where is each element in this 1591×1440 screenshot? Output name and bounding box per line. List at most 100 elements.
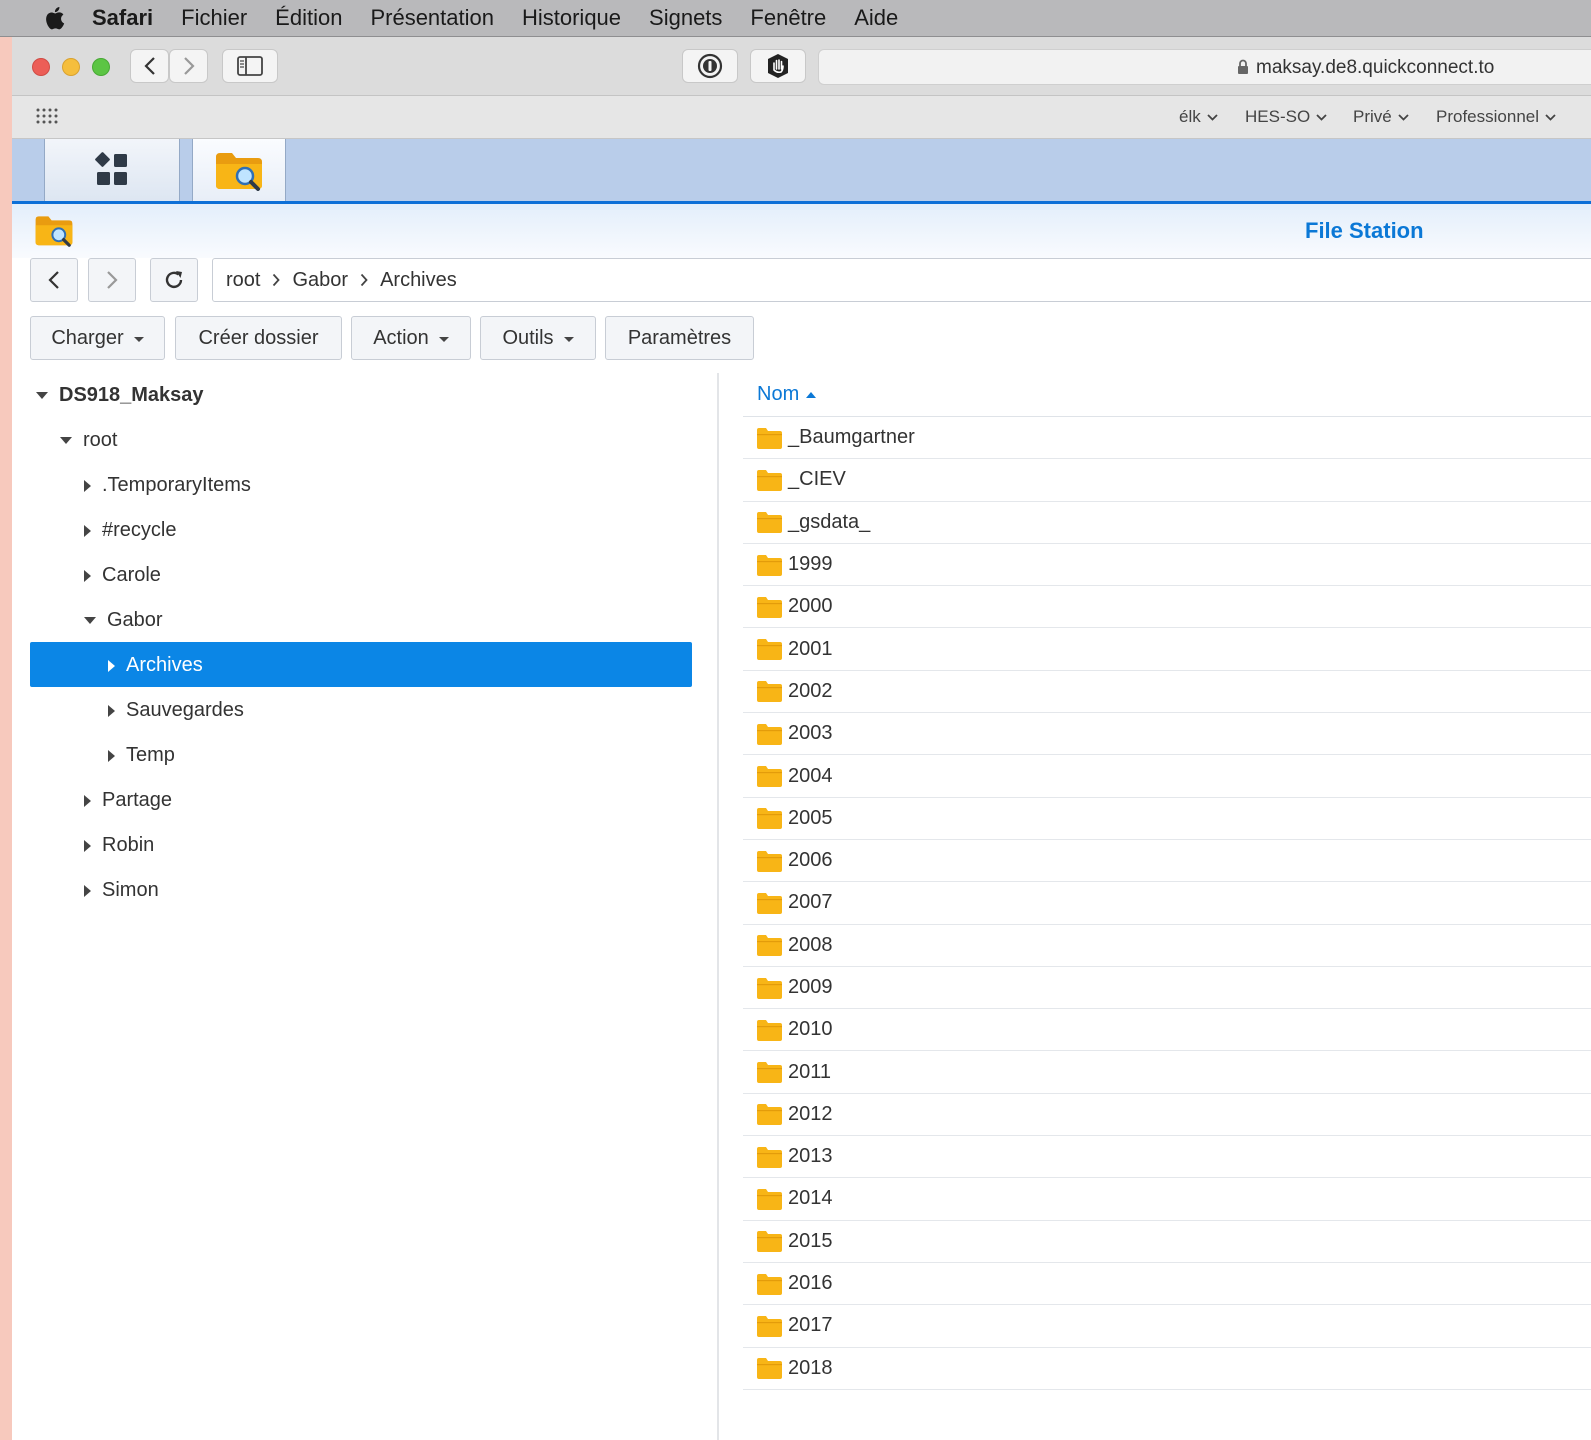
menu-presentation[interactable]: Présentation (370, 5, 494, 31)
breadcrumb-item-archives[interactable]: Archives (380, 269, 457, 292)
tree-node[interactable]: #recycle (84, 508, 176, 553)
file-row[interactable]: _CIEV (743, 459, 1591, 502)
file-row[interactable]: 2014 (743, 1178, 1591, 1221)
outils-button[interactable]: Outils (480, 316, 596, 360)
tree-node[interactable]: Sauvegardes (108, 688, 244, 733)
tree-node[interactable]: .TemporaryItems (84, 463, 251, 508)
tree-node[interactable]: DS918_Maksay (36, 373, 204, 418)
parametres-button[interactable]: Paramètres (605, 316, 754, 360)
file-row[interactable]: 2013 (743, 1136, 1591, 1179)
file-row[interactable]: _Baumgartner (743, 417, 1591, 460)
file-station-task-button[interactable] (192, 139, 286, 201)
tree-node[interactable]: Simon (84, 868, 159, 913)
nav-forward-button[interactable] (88, 258, 136, 302)
column-header-nom[interactable]: Nom (757, 383, 817, 406)
sidebar-toggle-button[interactable] (222, 49, 278, 83)
favorites-bar: élk HES-SO Privé Professionnel (12, 96, 1591, 139)
file-station-small-icon (35, 216, 73, 247)
favorite-folder-hes-so[interactable]: HES-SO (1245, 107, 1327, 127)
expand-down-icon[interactable] (60, 437, 72, 444)
refresh-button[interactable] (150, 258, 198, 302)
privacy-extension-button[interactable] (750, 49, 806, 83)
nav-back-button[interactable] (30, 258, 78, 302)
breadcrumb-item-gabor[interactable]: Gabor (292, 269, 348, 292)
pane-divider[interactable] (717, 373, 719, 1440)
action-button[interactable]: Action (351, 316, 471, 360)
favorite-folder-elk[interactable]: élk (1179, 107, 1218, 127)
zoom-window-button[interactable] (92, 58, 110, 76)
breadcrumb[interactable]: root Gabor Archives (212, 258, 1591, 302)
tree-node[interactable]: Carole (84, 553, 161, 598)
file-row[interactable]: 2003 (743, 713, 1591, 756)
file-row[interactable]: 2008 (743, 925, 1591, 967)
column-header-label: Nom (757, 383, 800, 405)
breadcrumb-item-root[interactable]: root (226, 269, 260, 292)
expand-down-icon[interactable] (36, 392, 48, 399)
minimize-window-button[interactable] (62, 58, 80, 76)
file-row[interactable]: 2002 (743, 671, 1591, 714)
close-window-button[interactable] (32, 58, 50, 76)
file-row[interactable]: 2007 (743, 882, 1591, 925)
favorite-folder-prive[interactable]: Privé (1353, 107, 1409, 127)
creer-dossier-button[interactable]: Créer dossier (175, 316, 342, 360)
tree-node[interactable]: Archives (108, 643, 203, 688)
file-row[interactable]: _gsdata_ (743, 502, 1591, 544)
tree-node[interactable]: Partage (84, 778, 172, 823)
menu-edition[interactable]: Édition (275, 5, 342, 31)
expand-right-icon[interactable] (108, 704, 115, 717)
browser-back-button[interactable] (130, 49, 169, 83)
charger-button[interactable]: Charger (30, 316, 165, 360)
favorite-folder-professionnel[interactable]: Professionnel (1436, 107, 1556, 127)
expand-right-icon[interactable] (108, 749, 115, 762)
favorite-label: Professionnel (1436, 107, 1540, 126)
file-row[interactable]: 2016 (743, 1263, 1591, 1306)
expand-right-icon[interactable] (84, 884, 91, 897)
file-row[interactable]: 2001 (743, 628, 1591, 671)
file-row[interactable]: 2009 (743, 967, 1591, 1010)
folder-icon (757, 935, 782, 957)
file-row[interactable]: 2015 (743, 1221, 1591, 1263)
menu-aide[interactable]: Aide (854, 5, 898, 31)
expand-right-icon[interactable] (84, 794, 91, 807)
file-row[interactable]: 2017 (743, 1305, 1591, 1348)
browser-forward-button[interactable] (169, 49, 208, 83)
folder-icon (757, 1104, 782, 1126)
expand-right-icon[interactable] (108, 659, 115, 672)
expand-right-icon[interactable] (84, 524, 91, 537)
file-name: 2012 (788, 1102, 833, 1125)
expand-right-icon[interactable] (84, 839, 91, 852)
refresh-icon (165, 271, 183, 289)
folder-icon (757, 639, 782, 661)
grid-apps-icon[interactable] (36, 108, 58, 124)
menu-fenetre[interactable]: Fenêtre (750, 5, 826, 31)
expand-right-icon[interactable] (84, 569, 91, 582)
menu-signets[interactable]: Signets (649, 5, 722, 31)
chevron-right-icon (183, 57, 195, 75)
expand-right-icon[interactable] (84, 479, 91, 492)
file-row[interactable]: 2018 (743, 1348, 1591, 1390)
file-row[interactable]: 2005 (743, 798, 1591, 840)
menu-fichier[interactable]: Fichier (181, 5, 247, 31)
folder-icon (757, 808, 782, 830)
file-row[interactable]: 2006 (743, 840, 1591, 883)
file-name: _Baumgartner (788, 426, 915, 449)
password-extension-button[interactable] (682, 49, 738, 83)
tree-node[interactable]: Robin (84, 823, 154, 868)
file-row[interactable]: 2012 (743, 1094, 1591, 1137)
expand-down-icon[interactable] (84, 617, 96, 624)
menubar-app-name[interactable]: Safari (92, 5, 153, 31)
button-label: Paramètres (627, 326, 732, 349)
file-row[interactable]: 2010 (743, 1009, 1591, 1052)
file-row[interactable]: 2004 (743, 755, 1591, 798)
file-row[interactable]: 1999 (743, 544, 1591, 587)
macos-menubar: Safari Fichier Édition Présentation Hist… (0, 0, 1591, 37)
apple-logo-icon[interactable] (42, 5, 66, 31)
file-row[interactable]: 2011 (743, 1051, 1591, 1094)
file-row[interactable]: 2000 (743, 586, 1591, 629)
tree-node[interactable]: Gabor (84, 598, 163, 643)
tree-node[interactable]: Temp (108, 733, 175, 778)
menu-historique[interactable]: Historique (522, 5, 621, 31)
main-menu-button[interactable] (44, 139, 180, 201)
tree-node[interactable]: root (60, 418, 117, 463)
folder-icon (757, 1062, 782, 1084)
